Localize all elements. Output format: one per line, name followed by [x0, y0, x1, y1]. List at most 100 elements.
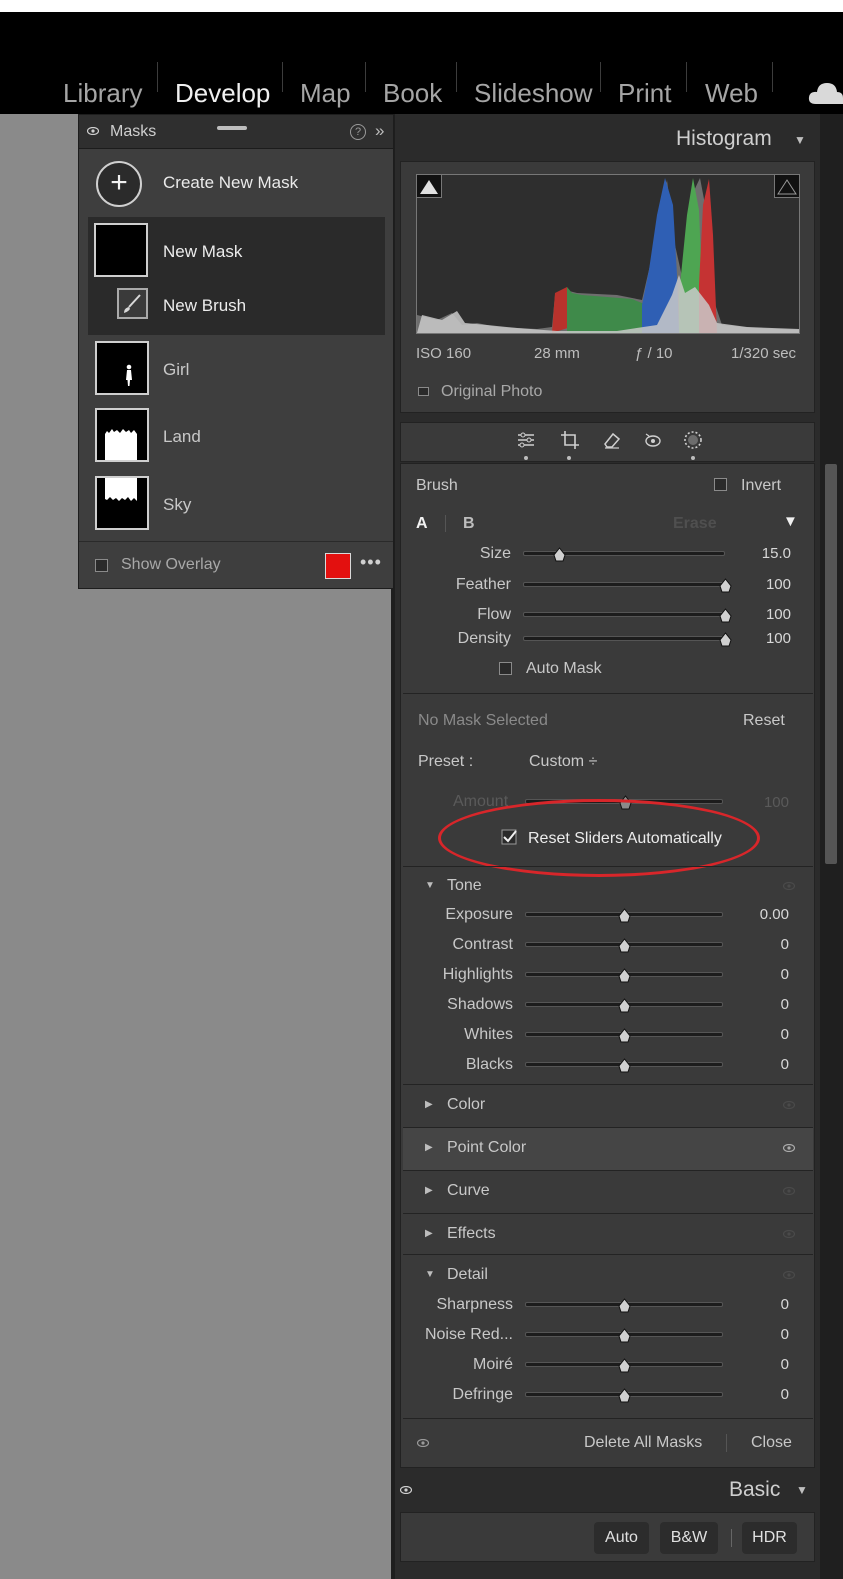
module-map[interactable]: Map	[300, 78, 351, 108]
mask-thumbnail-sky[interactable]	[95, 476, 149, 530]
brush-size-slider-knob[interactable]	[553, 547, 566, 562]
hdr-button[interactable]: HDR	[742, 1522, 797, 1554]
effects-section-header[interactable]: ▶ Effects	[403, 1214, 813, 1256]
brush-feather-slider-track[interactable]	[523, 582, 725, 587]
module-library[interactable]: Library	[63, 78, 142, 108]
masks-panel-header[interactable]: Masks ? »	[79, 115, 393, 149]
module-print[interactable]: Print	[618, 78, 671, 108]
mask-name-land[interactable]: Land	[163, 427, 201, 447]
exposure-value[interactable]: 0.00	[729, 906, 789, 923]
whites-slider-knob[interactable]	[618, 1028, 631, 1043]
eye-icon[interactable]	[783, 1271, 795, 1279]
point-color-section-header[interactable]: ▶ Point Color	[403, 1128, 813, 1170]
auto-mask-label[interactable]: Auto Mask	[526, 660, 602, 678]
plus-icon[interactable]: +	[96, 161, 142, 207]
module-slideshow[interactable]: Slideshow	[474, 78, 593, 108]
eye-icon[interactable]	[783, 882, 795, 890]
detail-sharpness-value[interactable]: 0	[729, 1296, 789, 1313]
histogram-title[interactable]: Histogram	[676, 127, 772, 151]
edit-sliders-icon[interactable]	[515, 430, 537, 450]
eye-icon[interactable]	[783, 1101, 795, 1109]
whites-value[interactable]: 0	[729, 1026, 789, 1043]
crop-icon[interactable]	[559, 430, 581, 450]
detail-moir-slider-knob[interactable]	[618, 1358, 631, 1373]
eye-icon[interactable]	[417, 1439, 429, 1447]
highlight-clipping-toggle[interactable]	[774, 174, 800, 198]
tone-section-header[interactable]: ▼ Tone	[403, 866, 813, 908]
highlights-value[interactable]: 0	[729, 966, 789, 983]
more-options-icon[interactable]: •••	[360, 552, 382, 573]
basic-panel-title[interactable]: Basic	[729, 1478, 780, 1502]
invert-label[interactable]: Invert	[741, 477, 781, 495]
detail-section-header[interactable]: ▼ Detail	[403, 1255, 813, 1297]
brush-tab-b[interactable]: B	[463, 515, 475, 533]
eye-icon[interactable]	[783, 1187, 795, 1195]
blacks-value[interactable]: 0	[729, 1056, 789, 1073]
shadow-clipping-toggle[interactable]	[416, 174, 442, 198]
detail-noise-red-value[interactable]: 0	[729, 1326, 789, 1343]
auto-button[interactable]: Auto	[594, 1522, 649, 1554]
exposure-slider-knob[interactable]	[618, 908, 631, 923]
curve-section-header[interactable]: ▶ Curve	[403, 1171, 813, 1213]
masking-icon[interactable]	[682, 430, 704, 450]
overlay-color-swatch[interactable]	[325, 553, 351, 579]
bw-button[interactable]: B&W	[660, 1522, 718, 1554]
brush-options-triangle-icon[interactable]: ▼	[783, 513, 798, 530]
brush-feather-value[interactable]: 100	[731, 576, 791, 593]
close-button[interactable]: Close	[751, 1434, 792, 1452]
eye-icon[interactable]	[87, 127, 99, 135]
original-photo-label[interactable]: Original Photo	[441, 383, 542, 401]
detail-noise-red-slider-knob[interactable]	[618, 1328, 631, 1343]
mask-name-sky[interactable]: Sky	[163, 495, 191, 515]
module-develop[interactable]: Develop	[175, 78, 270, 108]
brush-density-slider-track[interactable]	[523, 636, 725, 641]
eye-icon[interactable]	[400, 1486, 412, 1494]
scrollbar-thumb[interactable]	[825, 464, 837, 864]
mask-thumbnail[interactable]	[94, 223, 148, 277]
brush-component-thumbnail[interactable]	[117, 288, 148, 319]
brush-flow-slider-track[interactable]	[523, 612, 725, 617]
brush-tab-a[interactable]: A	[416, 515, 428, 533]
color-section-header[interactable]: ▶ Color	[403, 1085, 813, 1127]
original-photo-checkbox[interactable]	[418, 387, 429, 396]
preset-dropdown[interactable]: Custom ÷	[529, 753, 597, 771]
histogram-graph[interactable]	[416, 174, 800, 334]
create-new-mask-button[interactable]: + Create New Mask	[79, 151, 393, 217]
eye-icon[interactable]	[783, 1144, 795, 1152]
reset-button[interactable]: Reset	[743, 712, 785, 730]
detail-defringe-value[interactable]: 0	[729, 1386, 789, 1403]
mask-thumbnail-land[interactable]	[95, 408, 149, 462]
auto-mask-checkbox[interactable]	[499, 662, 512, 675]
invert-checkbox[interactable]	[714, 478, 727, 491]
detail-moir-value[interactable]: 0	[729, 1356, 789, 1373]
brush-density-value[interactable]: 100	[731, 630, 791, 647]
panel-collapse-triangle-icon[interactable]: ▼	[796, 1483, 808, 1497]
module-book[interactable]: Book	[383, 78, 442, 108]
show-overlay-label[interactable]: Show Overlay	[121, 556, 221, 574]
brush-tab-erase[interactable]: Erase	[673, 515, 717, 533]
detail-sharpness-slider-knob[interactable]	[618, 1298, 631, 1313]
shadows-value[interactable]: 0	[729, 996, 789, 1013]
eye-icon[interactable]	[783, 1230, 795, 1238]
drag-handle-icon[interactable]	[217, 126, 247, 130]
cloud-icon[interactable]	[808, 80, 843, 106]
brush-size-value[interactable]: 15.0	[731, 545, 791, 562]
module-web[interactable]: Web	[705, 78, 758, 108]
red-eye-icon[interactable]	[642, 430, 664, 450]
brush-flow-value[interactable]: 100	[731, 606, 791, 623]
selected-mask-group[interactable]: New Mask New Brush	[88, 217, 385, 335]
collapse-panel-icon[interactable]: »	[375, 121, 384, 141]
help-icon[interactable]: ?	[350, 124, 366, 140]
panel-collapse-triangle-icon[interactable]: ▼	[794, 133, 806, 147]
delete-all-masks-button[interactable]: Delete All Masks	[584, 1434, 702, 1452]
highlights-slider-knob[interactable]	[618, 968, 631, 983]
healing-eraser-icon[interactable]	[601, 430, 623, 450]
contrast-slider-knob[interactable]	[618, 938, 631, 953]
show-overlay-checkbox[interactable]	[95, 559, 108, 572]
detail-defringe-slider-knob[interactable]	[618, 1388, 631, 1403]
shadows-slider-knob[interactable]	[618, 998, 631, 1013]
blacks-slider-knob[interactable]	[618, 1058, 631, 1073]
mask-name-girl[interactable]: Girl	[163, 360, 189, 380]
contrast-value[interactable]: 0	[729, 936, 789, 953]
mask-thumbnail-girl[interactable]	[95, 341, 149, 395]
